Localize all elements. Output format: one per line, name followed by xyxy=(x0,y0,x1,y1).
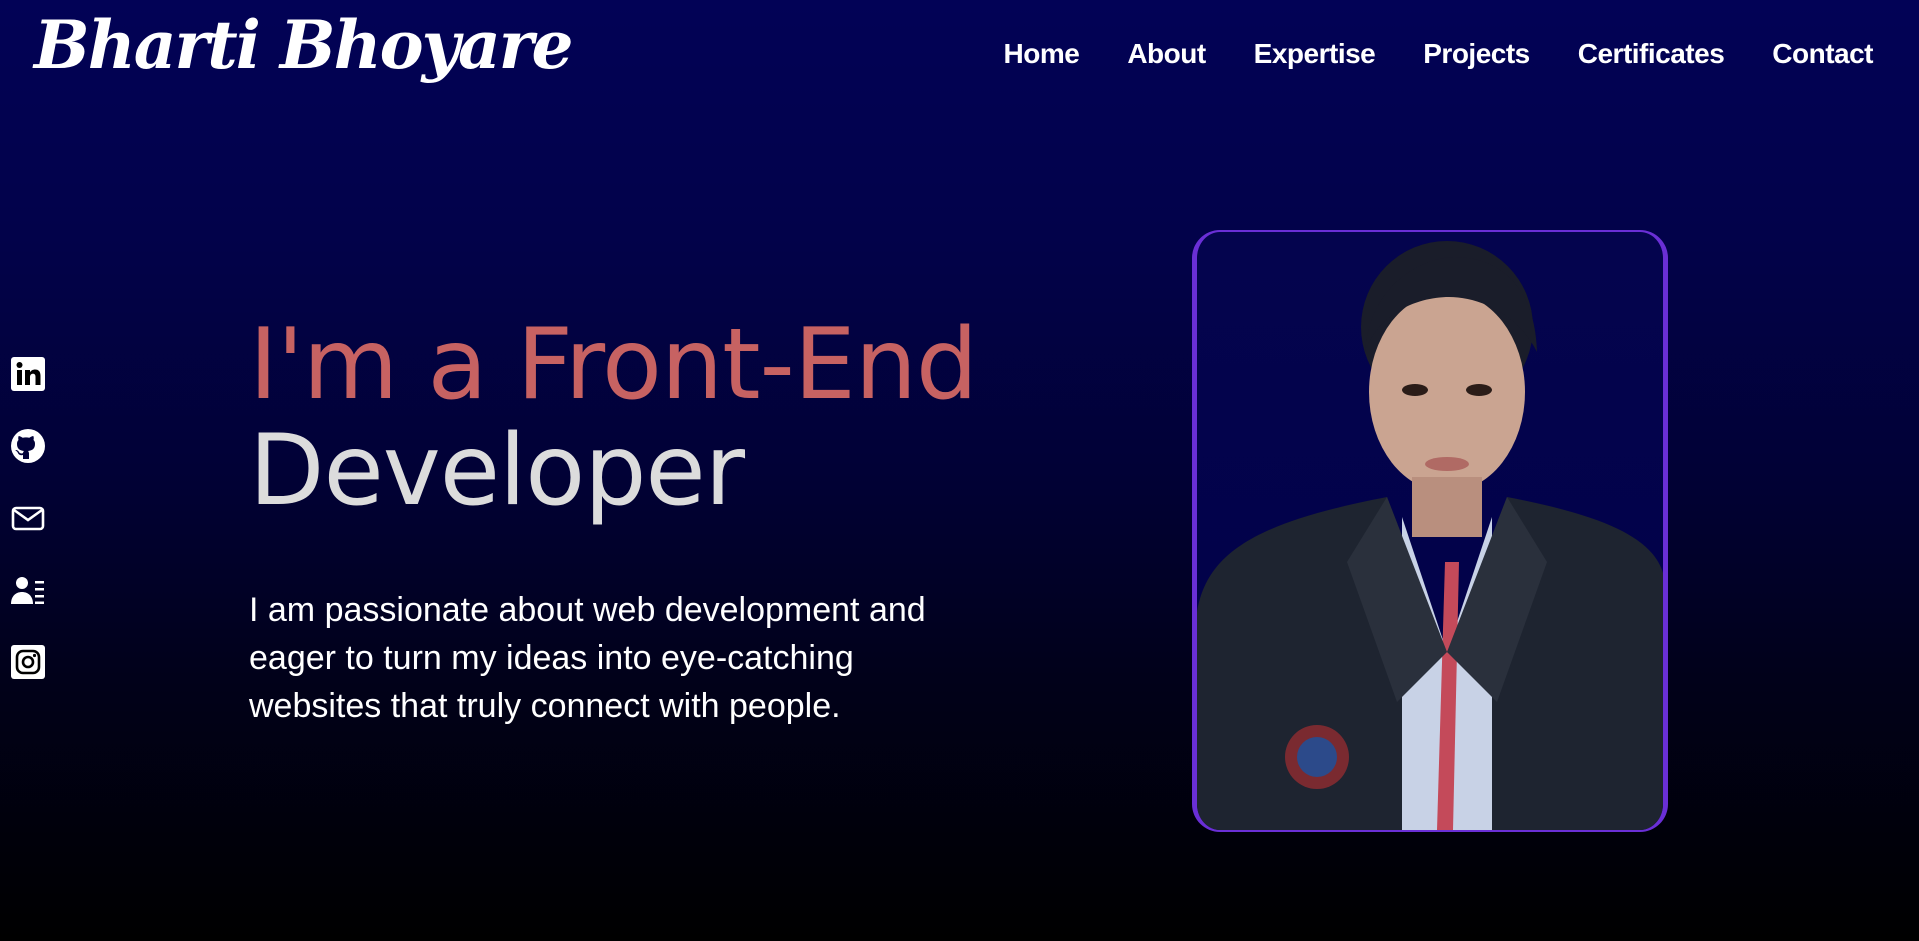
hero-title: I'm a Front-End Developer xyxy=(249,312,1009,524)
site-logo[interactable]: Bharti Bhoyare xyxy=(34,6,574,84)
hero-title-line2: Developer xyxy=(249,414,745,528)
nav-projects[interactable]: Projects xyxy=(1423,38,1530,70)
instagram-icon[interactable] xyxy=(9,644,47,680)
profile-photo xyxy=(1192,230,1668,832)
nav-home[interactable]: Home xyxy=(1004,38,1080,70)
main-nav: Home About Expertise Projects Certificat… xyxy=(1004,38,1874,70)
hero-description: I am passionate about web development an… xyxy=(249,591,926,725)
github-icon[interactable] xyxy=(9,428,47,464)
nav-about[interactable]: About xyxy=(1127,38,1206,70)
mail-icon[interactable] xyxy=(9,500,47,536)
hero-title-line1: I'm a Front-End xyxy=(249,308,978,422)
hero-section: I'm a Front-End Developer I am passionat… xyxy=(249,312,1009,730)
social-links xyxy=(9,356,47,680)
nav-expertise[interactable]: Expertise xyxy=(1254,38,1376,70)
nav-contact[interactable]: Contact xyxy=(1772,38,1873,70)
resume-icon[interactable] xyxy=(9,572,47,608)
nav-certificates[interactable]: Certificates xyxy=(1578,38,1725,70)
linkedin-icon[interactable] xyxy=(9,356,47,392)
